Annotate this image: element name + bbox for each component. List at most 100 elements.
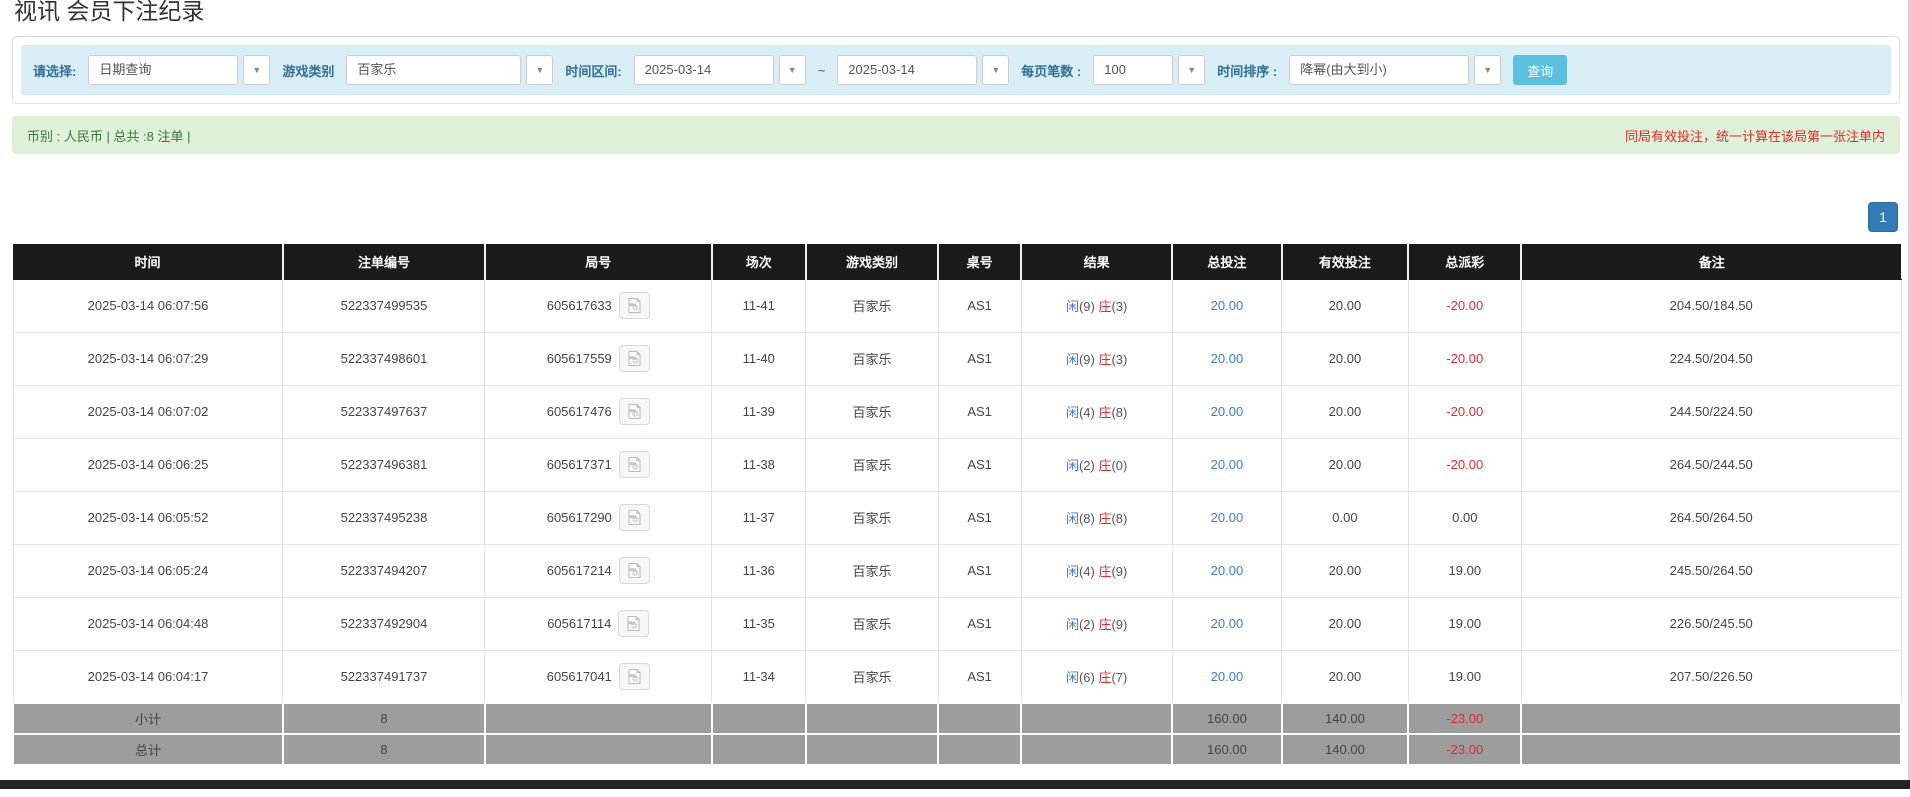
video-replay-button[interactable]	[619, 557, 650, 584]
total-bet-link[interactable]: 20.00	[1211, 669, 1244, 684]
player-result: 闲	[1066, 405, 1079, 420]
column-header: 场次	[712, 244, 806, 279]
filter-panel: 请选择: 日期查询 ▼ 游戏类别 百家乐 ▼ 时间区间: 2025-03-14 …	[12, 36, 1900, 104]
banker-result: 庄	[1098, 617, 1111, 632]
cell-game-type: 百家乐	[806, 650, 938, 703]
summary-valid-bet: 140.00	[1282, 703, 1408, 734]
summary-remark	[1521, 703, 1901, 734]
video-file-icon	[626, 403, 643, 420]
cell-bet-id: 522337497637	[283, 385, 485, 438]
cell-time: 2025-03-14 06:06:25	[13, 438, 283, 491]
table-row: 2025-03-14 06:07:56522337499535605617633…	[13, 279, 1901, 332]
video-replay-button[interactable]	[619, 398, 650, 425]
query-type-select[interactable]: 日期查询	[88, 55, 238, 85]
sort-order-label: 时间排序 :	[1217, 61, 1277, 80]
cell-session: 11-38	[712, 438, 806, 491]
cell-valid-bet: 20.00	[1282, 650, 1408, 703]
column-header: 注单编号	[283, 244, 485, 279]
summary-valid-bet: 140.00	[1282, 734, 1408, 765]
video-file-icon	[626, 456, 643, 473]
cell-remark: 264.50/244.50	[1521, 438, 1901, 491]
summary-payout: -23.00	[1408, 734, 1521, 765]
total-bet-link[interactable]: 20.00	[1211, 404, 1244, 419]
date-from-dropdown-button[interactable]: ▼	[779, 55, 806, 85]
page-1-button[interactable]: 1	[1868, 202, 1898, 232]
result-points: (4)	[1079, 564, 1099, 579]
date-to-input[interactable]: 2025-03-14	[837, 55, 977, 85]
total-bet-link[interactable]: 20.00	[1211, 298, 1244, 313]
cell-round: 605617476	[485, 385, 712, 438]
summary-remark	[1521, 734, 1901, 765]
cell-remark: 245.50/264.50	[1521, 544, 1901, 597]
search-button[interactable]: 查询	[1513, 55, 1567, 85]
date-range-label: 时间区间:	[565, 61, 621, 80]
result-points: (7)	[1111, 670, 1127, 685]
cell-round: 605617114	[485, 597, 712, 650]
cell-table-no: AS1	[938, 544, 1021, 597]
cell-table-no: AS1	[938, 438, 1021, 491]
sort-order-dropdown-button[interactable]: ▼	[1474, 55, 1501, 85]
player-result: 闲	[1066, 617, 1079, 632]
date-from-input[interactable]: 2025-03-14	[634, 55, 774, 85]
total-bet-link[interactable]: 20.00	[1211, 351, 1244, 366]
cell-game-type: 百家乐	[806, 597, 938, 650]
cell-session: 11-39	[712, 385, 806, 438]
video-file-icon	[626, 668, 643, 685]
sort-order-select[interactable]: 降幂(由大到小)	[1289, 55, 1469, 85]
chevron-down-icon: ▼	[788, 66, 797, 75]
total-bet-link[interactable]: 20.00	[1211, 510, 1244, 525]
column-header: 结果	[1021, 244, 1172, 279]
result-points: (2)	[1079, 458, 1099, 473]
date-to-dropdown-button[interactable]: ▼	[982, 55, 1009, 85]
summary-label: 总计	[13, 734, 283, 765]
video-replay-button[interactable]	[619, 451, 650, 478]
cell-payout: 19.00	[1408, 544, 1521, 597]
cell-round: 605617041	[485, 650, 712, 703]
video-file-icon	[626, 509, 643, 526]
video-replay-button[interactable]	[619, 504, 650, 531]
page-size-select[interactable]: 100	[1093, 55, 1173, 85]
date-from-combo: 2025-03-14 ▼	[634, 55, 806, 85]
cell-total-bet: 20.00	[1172, 544, 1282, 597]
video-file-icon	[625, 615, 642, 632]
cell-remark: 244.50/224.50	[1521, 385, 1901, 438]
total-bet-link[interactable]: 20.00	[1211, 457, 1244, 472]
summary-table	[938, 734, 1021, 765]
cell-game-type: 百家乐	[806, 544, 938, 597]
cell-table-no: AS1	[938, 279, 1021, 332]
video-replay-button[interactable]	[619, 345, 650, 372]
grand-total-row: 总计8160.00140.00-23.00	[13, 734, 1901, 765]
game-type-combo: 百家乐 ▼	[346, 55, 553, 85]
summary-table	[938, 703, 1021, 734]
cell-valid-bet: 20.00	[1282, 279, 1408, 332]
total-bet-link[interactable]: 20.00	[1211, 563, 1244, 578]
player-result: 闲	[1066, 458, 1079, 473]
total-bet-link[interactable]: 20.00	[1211, 616, 1244, 631]
table-header-row: 时间注单编号局号场次游戏类别桌号结果总投注有效投注总派彩备注	[13, 244, 1901, 279]
cell-time: 2025-03-14 06:07:56	[13, 279, 283, 332]
cell-payout: -20.00	[1408, 332, 1521, 385]
page-size-combo: 100 ▼	[1093, 55, 1205, 85]
video-replay-button[interactable]	[618, 610, 649, 637]
summary-game	[806, 734, 938, 765]
query-type-dropdown-button[interactable]: ▼	[243, 55, 270, 85]
game-type-dropdown-button[interactable]: ▼	[526, 55, 553, 85]
column-header: 总投注	[1172, 244, 1282, 279]
cell-round: 605617290	[485, 491, 712, 544]
cell-table-no: AS1	[938, 385, 1021, 438]
table-row: 2025-03-14 06:07:29522337498601605617559…	[13, 332, 1901, 385]
game-type-select[interactable]: 百家乐	[346, 55, 521, 85]
round-id: 605617214	[547, 563, 612, 578]
page-size-dropdown-button[interactable]: ▼	[1178, 55, 1205, 85]
summary-count: 8	[283, 734, 485, 765]
cell-valid-bet: 20.00	[1282, 332, 1408, 385]
video-replay-button[interactable]	[619, 663, 650, 690]
cell-payout: 19.00	[1408, 597, 1521, 650]
table-row: 2025-03-14 06:07:02522337497637605617476…	[13, 385, 1901, 438]
result-points: (4)	[1079, 405, 1099, 420]
banker-result: 庄	[1098, 564, 1111, 579]
cell-session: 11-34	[712, 650, 806, 703]
summary-game	[806, 703, 938, 734]
video-replay-button[interactable]	[619, 292, 650, 319]
round-id: 605617114	[547, 616, 611, 631]
